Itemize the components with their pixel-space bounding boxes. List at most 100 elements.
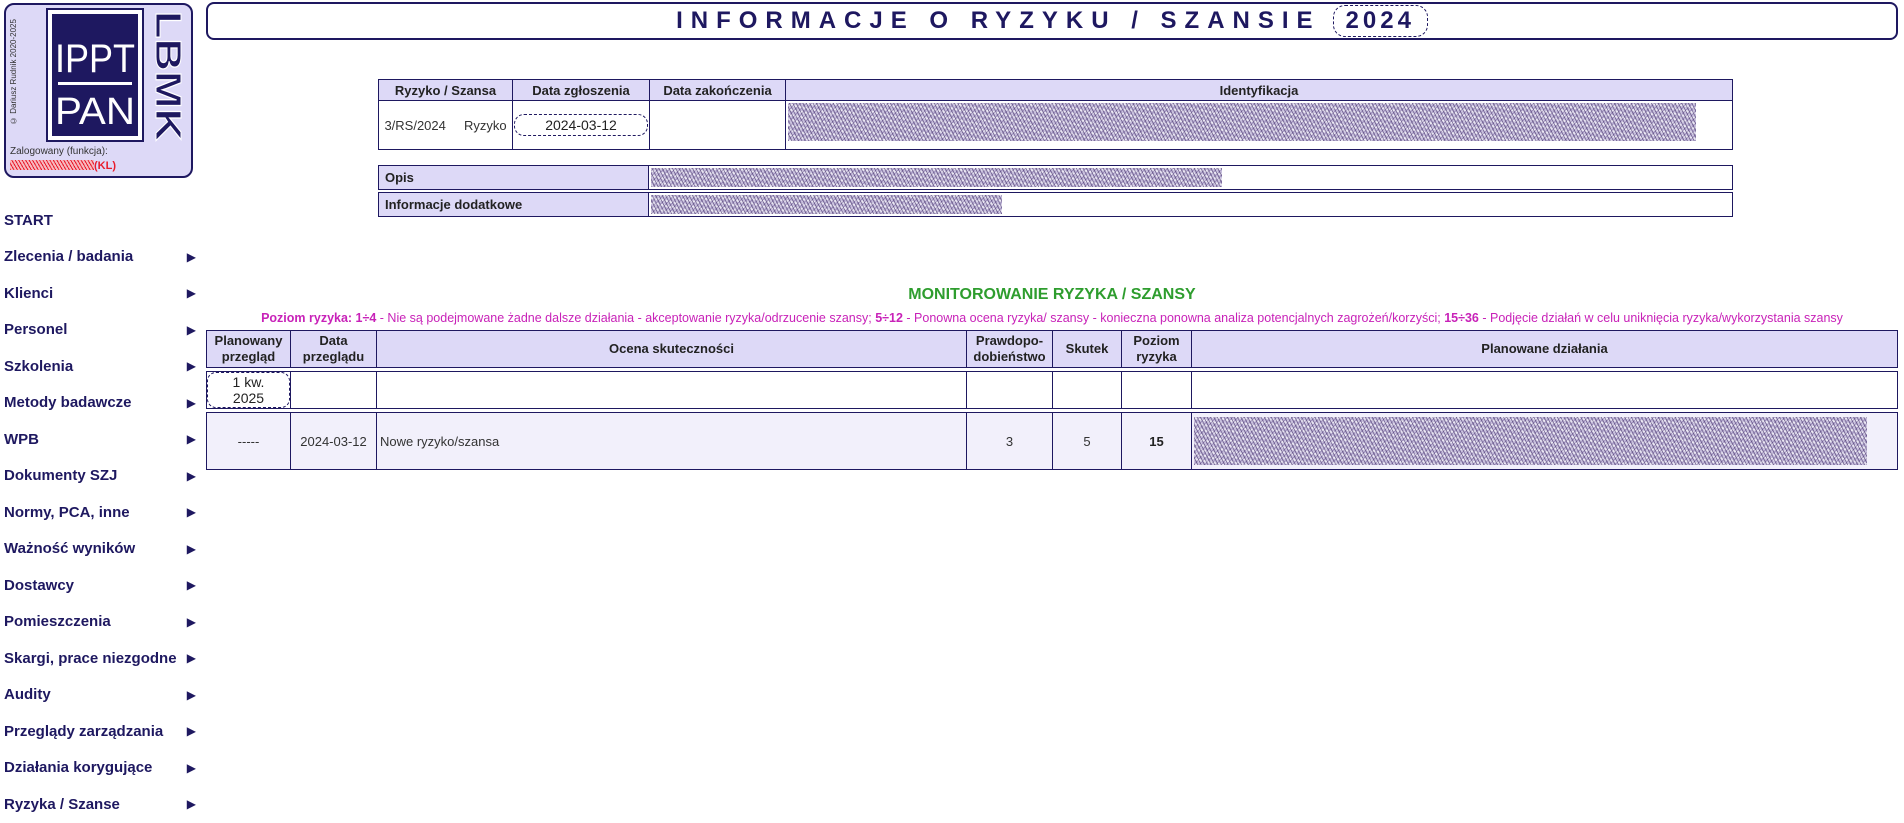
- planned-actions-input[interactable]: [1191, 371, 1898, 409]
- end-date-cell: [649, 100, 786, 150]
- page-title: INFORMACJE O RYZYKU / SZANSIE: [676, 7, 1321, 34]
- page-header: INFORMACJE O RYZYKU / SZANSIE 2024: [206, 2, 1898, 40]
- redacted-opis: [651, 168, 1222, 187]
- risk-info-table: Ryzyko / Szansa Data zgłoszenia Data zak…: [378, 79, 1733, 150]
- header-report-date: Data zgłoszenia: [512, 79, 650, 101]
- sidebar-item-wpb[interactable]: WPB ▶: [0, 421, 200, 458]
- legend-mid-range: 5÷12: [875, 311, 903, 325]
- header-effectiveness: Ocena skuteczności: [376, 330, 967, 368]
- sidebar-item-dostawcy[interactable]: Dostawcy ▶: [0, 567, 200, 604]
- sidebar-item-szkolenia[interactable]: Szkolenia ▶: [0, 348, 200, 385]
- sidebar-item-ważność-wyników[interactable]: Ważność wyników ▶: [0, 531, 200, 568]
- submenu-arrow-icon[interactable]: ▶: [187, 651, 196, 665]
- risk-level-legend: Poziom ryzyka: 1÷4 - Nie są podejmowane …: [206, 311, 1898, 325]
- submenu-arrow-icon[interactable]: ▶: [187, 688, 196, 702]
- sidebar-item-klienci[interactable]: Klienci ▶: [0, 275, 200, 312]
- legend-low-text: - Nie są podejmowane żadne dalsze działa…: [376, 311, 876, 325]
- effectiveness-input[interactable]: [376, 371, 967, 409]
- submenu-arrow-icon[interactable]: ▶: [187, 761, 196, 775]
- lbmk-text: LBMK: [149, 11, 187, 141]
- review-date-input[interactable]: [290, 371, 377, 409]
- sidebar-item-audity[interactable]: Audity ▶: [0, 677, 200, 714]
- legend-mid-text: - Ponowna ocena ryzyka/ szansy - koniecz…: [902, 311, 1445, 325]
- probability-input[interactable]: [966, 371, 1053, 409]
- sidebar-item-skargi-prace-niezgodne[interactable]: Skargi, prace niezgodne ▶: [0, 640, 200, 677]
- row-review-date: 2024-03-12: [290, 412, 377, 470]
- submenu-arrow-icon[interactable]: ▶: [187, 724, 196, 738]
- table-row[interactable]: ----- 2024-03-12 Nowe ryzyko/szansa 3 5 …: [206, 412, 1898, 470]
- sidebar-item-label: WPB: [4, 430, 39, 448]
- submenu-arrow-icon[interactable]: ▶: [187, 797, 196, 811]
- row-probability: 3: [966, 412, 1053, 470]
- sidebar-item-metody-badawcze[interactable]: Metody badawcze ▶: [0, 385, 200, 422]
- header-risk-type: Ryzyko / Szansa: [378, 79, 513, 101]
- submenu-arrow-icon[interactable]: ▶: [187, 578, 196, 592]
- identification-cell: [785, 100, 1733, 150]
- report-date-field[interactable]: 2024-03-12: [514, 114, 648, 136]
- submenu-arrow-icon[interactable]: ▶: [187, 250, 196, 264]
- sidebar-item-start[interactable]: START: [0, 202, 200, 239]
- copyright-text: © Dariusz Rudnik 2020-2025: [9, 19, 18, 125]
- planned-review-field[interactable]: 1 kw. 2025: [207, 372, 290, 408]
- login-label: Zalogowany (funkcja):: [10, 146, 108, 157]
- sidebar-item-ryzyka-szanse[interactable]: Ryzyka / Szanse ▶: [0, 786, 200, 823]
- report-date-cell: 2024-03-12: [512, 100, 650, 150]
- submenu-arrow-icon[interactable]: ▶: [187, 396, 196, 410]
- submenu-arrow-icon[interactable]: ▶: [187, 469, 196, 483]
- header-risk-level: Poziom ryzyka: [1121, 330, 1192, 368]
- sidebar-item-label: Zlecenia / badania: [4, 248, 134, 266]
- sidebar-item-label: Skargi, prace niezgodne: [4, 649, 177, 667]
- redacted-username: [10, 160, 94, 170]
- header-planned-review: Planowany przegląd: [206, 330, 291, 368]
- sidebar-item-dokumenty-szj[interactable]: Dokumenty SZJ ▶: [0, 458, 200, 495]
- redacted-planned-actions: [1194, 417, 1867, 465]
- sidebar-item-label: Pomieszczenia: [4, 613, 111, 631]
- lbmk-logo: LBMK: [149, 11, 187, 142]
- ippt-pan-logo: IPPT PAN: [46, 8, 144, 142]
- redacted-identification: [788, 103, 1696, 141]
- sidebar-item-label: Dokumenty SZJ: [4, 467, 118, 485]
- sidebar-item-label: Klienci: [4, 284, 54, 302]
- risk-id-cell: 3/RS/2024 Ryzyko: [378, 100, 513, 150]
- row-planned-actions: [1191, 412, 1898, 470]
- header-review-date: Data przeglądu: [290, 330, 377, 368]
- submenu-arrow-icon[interactable]: ▶: [187, 542, 196, 556]
- submenu-arrow-icon[interactable]: ▶: [187, 359, 196, 373]
- sidebar-item-label: Ważność wyników: [4, 540, 136, 558]
- legend-prefix: Poziom ryzyka: 1÷4: [261, 311, 377, 325]
- row-planned-review: -----: [206, 412, 291, 470]
- description-table: Opis Informacje dodatkowe: [378, 165, 1733, 217]
- login-user: (KL): [10, 160, 116, 172]
- opis-label: Opis: [378, 165, 649, 190]
- login-role: (KL): [94, 160, 116, 172]
- new-review-row: 1 kw. 2025: [206, 371, 1898, 409]
- sidebar-item-działania-korygujące[interactable]: Działania korygujące ▶: [0, 750, 200, 787]
- year-badge: 2024: [1332, 5, 1428, 37]
- redacted-extra-info: [651, 195, 1002, 214]
- sidebar-item-label: Działania korygujące: [4, 759, 153, 777]
- sidebar-item-label: Szkolenia: [4, 357, 74, 375]
- submenu-arrow-icon[interactable]: ▶: [187, 615, 196, 629]
- header-planned-actions: Planowane działania: [1191, 330, 1898, 368]
- extra-info-value: [648, 192, 1733, 217]
- extra-info-label: Informacje dodatkowe: [378, 192, 649, 217]
- risk-number: 3/RS/2024: [384, 117, 446, 133]
- legend-high-range: 15÷36: [1444, 311, 1479, 325]
- submenu-arrow-icon[interactable]: ▶: [187, 505, 196, 519]
- submenu-arrow-icon[interactable]: ▶: [187, 432, 196, 446]
- effect-input[interactable]: [1052, 371, 1122, 409]
- sidebar-item-label: Normy, PCA, inne: [4, 503, 130, 521]
- row-effectiveness: Nowe ryzyko/szansa: [376, 412, 967, 470]
- submenu-arrow-icon[interactable]: ▶: [187, 286, 196, 300]
- row-effect: 5: [1052, 412, 1122, 470]
- sidebar-item-zlecenia-badania[interactable]: Zlecenia / badania ▶: [0, 239, 200, 276]
- risk-level-input[interactable]: [1121, 371, 1192, 409]
- sidebar-item-label: Metody badawcze: [4, 394, 132, 412]
- sidebar-item-pomieszczenia[interactable]: Pomieszczenia ▶: [0, 604, 200, 641]
- sidebar-item-personel[interactable]: Personel ▶: [0, 312, 200, 349]
- sidebar-item-normy-pca-inne[interactable]: Normy, PCA, inne ▶: [0, 494, 200, 531]
- submenu-arrow-icon[interactable]: ▶: [187, 323, 196, 337]
- header-effect: Skutek: [1052, 330, 1122, 368]
- sidebar-item-przeglądy-zarządzania[interactable]: Przeglądy zarządzania ▶: [0, 713, 200, 750]
- planned-review-cell: 1 kw. 2025: [206, 371, 291, 409]
